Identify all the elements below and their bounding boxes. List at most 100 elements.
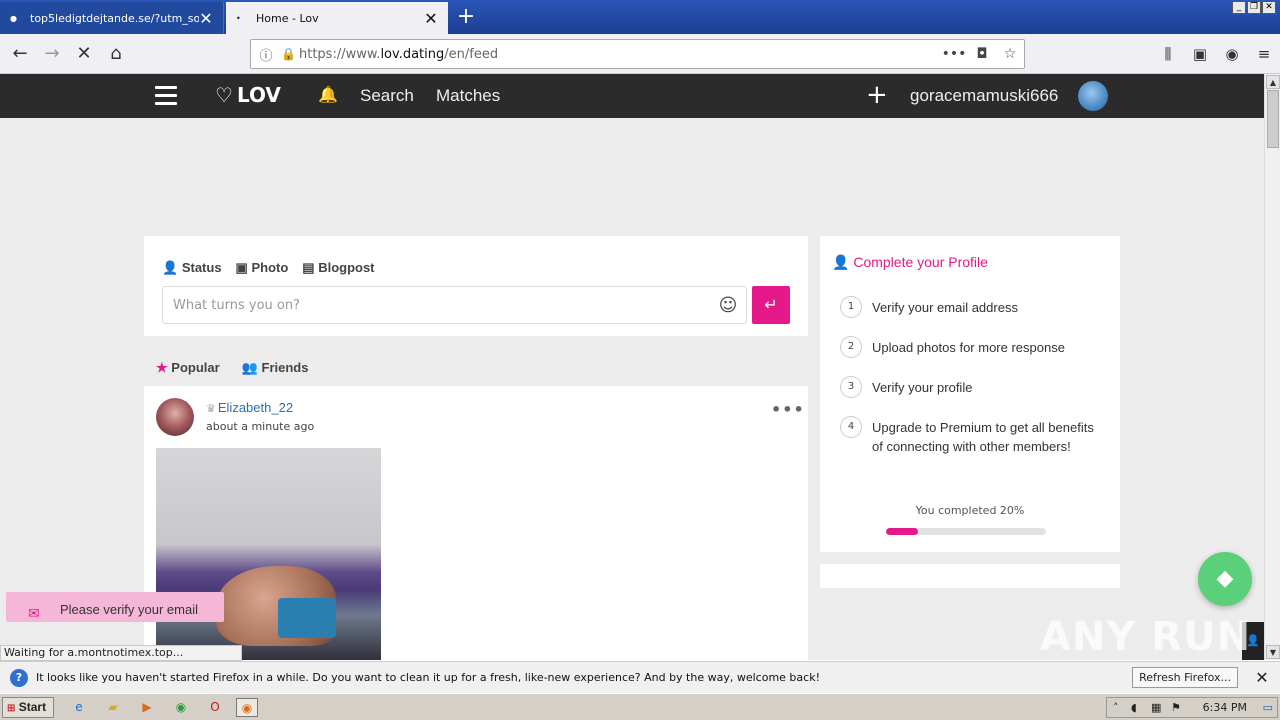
nav-matches-link[interactable]: Matches <box>436 86 500 106</box>
home-button[interactable]: ⌂ <box>102 40 130 68</box>
emoji-icon[interactable]: ☺ <box>710 295 746 316</box>
profile-step[interactable]: 1 Verify your email address <box>840 296 1100 318</box>
opera-icon[interactable]: O <box>204 698 226 717</box>
browser-toolbar: ← → ✕ ⌂ ⓘ 🔒 https://www.lov.dating/en/fe… <box>0 34 1280 74</box>
scroll-up-arrow-icon[interactable]: ▲ <box>1266 75 1280 89</box>
profile-step[interactable]: 4 Upgrade to Premium to get all benefits… <box>840 416 1100 456</box>
close-notification-icon[interactable]: ✕ <box>1250 668 1274 687</box>
close-window-button[interactable]: ✕ <box>1262 1 1276 14</box>
browser-status-text: Waiting for a.montnotimex.top... <box>0 645 242 661</box>
close-tab-icon[interactable]: ✕ <box>199 9 213 28</box>
tab-title: Home - Lov <box>256 11 319 25</box>
tab-favicon-icon: ● <box>10 13 17 23</box>
feed-post: ♛ Elizabeth_22 about a minute ago ••• <box>144 386 808 660</box>
verify-email-text: Please verify your email <box>60 602 198 617</box>
show-desktop-icon[interactable]: ▭ <box>1263 698 1273 717</box>
url-bar[interactable]: ⓘ 🔒 https://www.lov.dating/en/feed ••• ◘… <box>250 39 1025 69</box>
complete-profile-card: 👤 Complete your Profile 1 Verify your em… <box>820 236 1120 552</box>
ie-icon[interactable]: e <box>68 698 90 717</box>
status-placeholder[interactable]: What turns you on? <box>163 298 710 313</box>
tray-arrow-icon[interactable]: ˄ <box>1113 698 1119 717</box>
window-controls: _ ❐ ✕ <box>1232 1 1276 14</box>
page-actions-icon[interactable]: ••• <box>940 46 968 62</box>
site-logo[interactable]: ♡ LOV <box>215 83 281 107</box>
notification-message: It looks like you haven't started Firefo… <box>36 671 820 684</box>
media-player-icon[interactable]: ▶ <box>136 698 158 717</box>
feed-tabs: ★ Popular 👥 Friends <box>156 360 308 376</box>
profile-progress-bar <box>886 528 1046 535</box>
refresh-firefox-button[interactable]: Refresh Firefox... <box>1132 667 1238 688</box>
post-timestamp: about a minute ago <box>206 420 315 433</box>
envelope-icon: ✉ <box>28 606 40 622</box>
premium-diamond-button[interactable]: ◆ <box>1198 552 1252 606</box>
browser-tab[interactable]: ● top5ledigtdejtande.se/?utm_sourc ✕ <box>0 2 224 34</box>
tab-blogpost[interactable]: ▤ Blogpost <box>302 260 374 276</box>
profile-step[interactable]: 3 Verify your profile <box>840 376 1100 398</box>
complete-profile-title[interactable]: 👤 Complete your Profile <box>832 254 988 271</box>
crown-icon: ♛ <box>206 403 216 415</box>
firefox-taskbar-icon[interactable]: ◉ <box>236 698 258 717</box>
browser-tab-active[interactable]: • Home - Lov ✕ <box>226 2 448 34</box>
folder-icon[interactable]: ▰ <box>102 698 124 717</box>
volume-icon[interactable]: ◖ <box>1131 698 1137 717</box>
user-avatar[interactable] <box>1078 81 1108 111</box>
scroll-down-arrow-icon[interactable]: ▼ <box>1266 645 1280 659</box>
start-button[interactable]: ⊞ Start <box>2 697 54 718</box>
restore-button[interactable]: ❐ <box>1247 1 1261 14</box>
new-tab-button[interactable]: + <box>454 4 478 29</box>
page-viewport: ♡ LOV 🔔 Search Matches + goracemamuski66… <box>0 74 1264 660</box>
post-options-icon[interactable]: ••• <box>771 400 805 419</box>
close-tab-icon[interactable]: ✕ <box>424 9 438 28</box>
tab-photo[interactable]: ▣ Photo <box>236 260 289 276</box>
url-text[interactable]: https://www.lov.dating/en/feed <box>299 47 940 62</box>
stop-button[interactable]: ✕ <box>70 40 98 68</box>
page-scrollbar[interactable]: ▲ ▼ <box>1264 74 1280 660</box>
sidebar-card <box>820 564 1120 588</box>
toolbar-right: ⫼ ▣ ◉ ≡ <box>1152 34 1280 74</box>
composer-tabs: 👤 Status ▣ Photo ▤ Blogpost <box>162 260 375 276</box>
info-icon: ? <box>10 668 28 687</box>
site-header: ♡ LOV 🔔 Search Matches + goracemamuski66… <box>0 74 1264 118</box>
hamburger-menu-icon[interactable] <box>155 86 177 106</box>
nav-search-link[interactable]: Search <box>360 86 414 106</box>
profile-step[interactable]: 2 Upload photos for more response <box>840 336 1100 358</box>
menu-icon[interactable]: ≡ <box>1248 45 1280 63</box>
taskbar-clock: 6:34 PM <box>1202 701 1247 714</box>
forward-button[interactable]: → <box>38 40 66 68</box>
windows-taskbar: ⊞ Start e ▰ ▶ ◉ O ◉ ˄ ◖ ▦ ⚑ 6:34 PM ▭ <box>0 693 1280 720</box>
flag-icon[interactable]: ⚑ <box>1171 698 1181 717</box>
bookmark-star-icon[interactable]: ☆ <box>996 46 1024 62</box>
heart-icon: ♡ <box>215 83 233 107</box>
sidebar-icon[interactable]: ▣ <box>1184 45 1216 63</box>
back-button[interactable]: ← <box>6 40 34 68</box>
site-info-icon[interactable]: ⓘ <box>251 45 281 64</box>
post-author-avatar[interactable] <box>156 398 194 436</box>
notifications-bell-icon[interactable]: 🔔 <box>318 85 338 104</box>
watermark-logo: ANY RUN <box>1040 614 1252 660</box>
post-status-button[interactable]: ↵ <box>752 286 790 324</box>
firefox-notification-bar: ? It looks like you haven't started Fire… <box>0 661 1280 693</box>
tab-loading-icon: • <box>236 13 241 23</box>
post-photo[interactable] <box>156 448 381 660</box>
library-icon[interactable]: ⫼ <box>1152 45 1184 63</box>
account-icon[interactable]: ◉ <box>1216 45 1248 63</box>
post-author-name[interactable]: ♛ Elizabeth_22 <box>206 400 293 415</box>
progress-label: You completed 20% <box>915 504 1025 517</box>
chrome-icon[interactable]: ◉ <box>170 698 192 717</box>
status-composer: 👤 Status ▣ Photo ▤ Blogpost What turns y… <box>144 236 808 336</box>
tab-popular[interactable]: ★ Popular <box>156 360 220 376</box>
verify-email-toast[interactable]: ✉ Please verify your email <box>6 592 224 622</box>
system-tray: ˄ ◖ ▦ ⚑ 6:34 PM ▭ <box>1106 697 1278 718</box>
scroll-thumb[interactable] <box>1267 90 1279 148</box>
windows-flag-icon: ⊞ <box>7 703 16 714</box>
username-link[interactable]: goracemamuski666 <box>910 86 1058 106</box>
lock-icon: 🔒 <box>281 47 296 61</box>
status-input[interactable]: What turns you on? ☺ <box>162 286 747 324</box>
browser-tab-strip: ● top5ledigtdejtande.se/?utm_sourc ✕ • H… <box>0 0 1280 34</box>
tab-friends[interactable]: 👥 Friends <box>242 360 309 376</box>
pocket-icon[interactable]: ◘ <box>968 46 996 62</box>
network-icon[interactable]: ▦ <box>1151 698 1161 717</box>
add-plus-icon[interactable]: + <box>866 80 888 110</box>
minimize-button[interactable]: _ <box>1232 1 1246 14</box>
tab-status[interactable]: 👤 Status <box>162 260 222 276</box>
